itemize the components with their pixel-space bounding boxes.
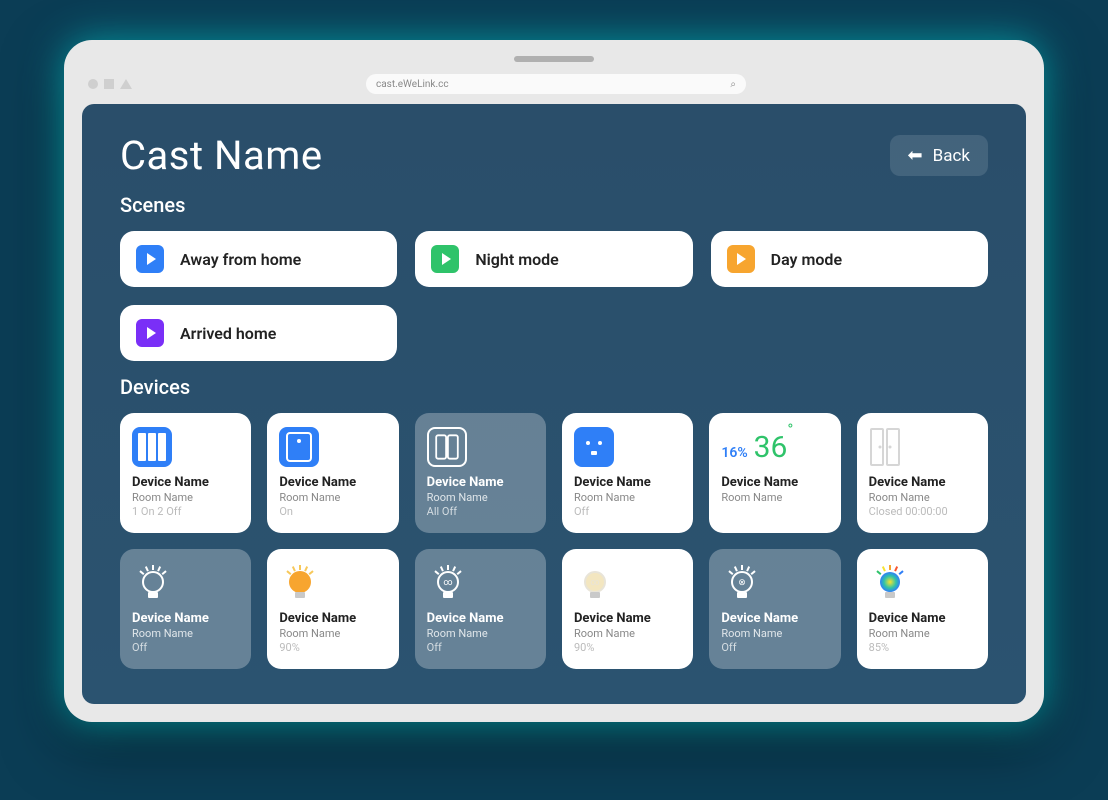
scene-label: Night mode bbox=[475, 250, 558, 269]
bulb-ring-icon: ∞ bbox=[427, 561, 534, 605]
device-card[interactable]: Device NameRoom NameOff bbox=[120, 549, 251, 669]
play-icon bbox=[136, 319, 164, 347]
device-name: Device Name bbox=[427, 611, 534, 626]
device-card[interactable]: ⊗ Device NameRoom NameOff bbox=[709, 549, 840, 669]
device-room: Room Name bbox=[869, 627, 976, 640]
device-room: Room Name bbox=[132, 627, 239, 640]
door-icon bbox=[869, 425, 976, 469]
device-card[interactable]: Device NameRoom Name90% bbox=[267, 549, 398, 669]
page-title: Cast Name bbox=[120, 132, 323, 179]
svg-text:⊗: ⊗ bbox=[739, 578, 747, 588]
outlet-icon bbox=[574, 425, 681, 469]
device-card[interactable]: Device NameRoom NameOn bbox=[267, 413, 398, 533]
scene-card[interactable]: Night mode bbox=[415, 231, 692, 287]
device-room: Room Name bbox=[279, 491, 386, 504]
device-status: Closed 00:00:00 bbox=[869, 505, 976, 518]
scenes-heading: Scenes bbox=[120, 193, 988, 217]
locker-icon bbox=[132, 425, 239, 469]
scene-card[interactable]: Arrived home bbox=[120, 305, 397, 361]
device-name: Device Name bbox=[721, 475, 828, 490]
play-icon bbox=[431, 245, 459, 273]
window-square-icon bbox=[104, 79, 114, 89]
device-room: Room Name bbox=[721, 627, 828, 640]
device-name: Device Name bbox=[279, 611, 386, 626]
device-name: Device Name bbox=[869, 475, 976, 490]
device-card[interactable]: ∞ Device NameRoom Name90% bbox=[562, 549, 693, 669]
back-arrow-icon: ⬅ bbox=[908, 145, 923, 166]
device-room: Room Name bbox=[427, 627, 534, 640]
svg-text:∞: ∞ bbox=[590, 578, 599, 588]
app-screen: Cast Name ⬅ Back Scenes Away from home N… bbox=[82, 104, 1026, 704]
switch-dual-icon bbox=[427, 425, 534, 469]
device-card[interactable]: ∞ Device NameRoom NameOff bbox=[415, 549, 546, 669]
bulb-rgb-icon bbox=[869, 561, 976, 605]
browser-chrome: cast.eWeLink.cc ⌕ bbox=[82, 70, 1026, 104]
device-status: 90% bbox=[279, 641, 386, 654]
device-status: Off bbox=[721, 641, 828, 654]
bulb-cool-icon: ⊗ bbox=[721, 561, 828, 605]
devices-heading: Devices bbox=[120, 375, 988, 399]
humidity-value: 16% bbox=[721, 445, 747, 461]
device-room: Room Name bbox=[574, 491, 681, 504]
play-icon bbox=[727, 245, 755, 273]
device-status: 85% bbox=[869, 641, 976, 654]
device-card[interactable]: Device NameRoom NameOff bbox=[562, 413, 693, 533]
play-icon bbox=[136, 245, 164, 273]
thermo-reading: 16% 36° bbox=[721, 425, 828, 469]
bulb-off-icon bbox=[132, 561, 239, 605]
device-card[interactable]: Device NameRoom NameAll Off bbox=[415, 413, 546, 533]
device-room: Room Name bbox=[427, 491, 534, 504]
scene-card[interactable]: Away from home bbox=[120, 231, 397, 287]
switch-icon bbox=[279, 425, 386, 469]
device-status: On bbox=[279, 505, 386, 518]
tablet-frame: cast.eWeLink.cc ⌕ Cast Name ⬅ Back Scene… bbox=[64, 40, 1044, 722]
device-status: Off bbox=[427, 641, 534, 654]
device-status: 1 On 2 Off bbox=[132, 505, 239, 518]
scene-grid: Away from home Night mode Day mode Arriv… bbox=[120, 231, 988, 361]
device-room: Room Name bbox=[132, 491, 239, 504]
device-name: Device Name bbox=[427, 475, 534, 490]
device-room: Room Name bbox=[279, 627, 386, 640]
svg-text:∞: ∞ bbox=[443, 578, 452, 588]
back-label: Back bbox=[933, 146, 970, 166]
device-status: Off bbox=[132, 641, 239, 654]
device-name: Device Name bbox=[721, 611, 828, 626]
device-card[interactable]: Device NameRoom Name85% bbox=[857, 549, 988, 669]
search-icon: ⌕ bbox=[730, 79, 736, 90]
url-text: cast.eWeLink.cc bbox=[376, 79, 449, 90]
scene-label: Arrived home bbox=[180, 324, 276, 343]
bulb-warm-icon: ∞ bbox=[574, 561, 681, 605]
device-name: Device Name bbox=[574, 611, 681, 626]
scene-label: Away from home bbox=[180, 250, 301, 269]
device-room: Room Name bbox=[574, 627, 681, 640]
device-name: Device Name bbox=[132, 475, 239, 490]
device-status: 90% bbox=[574, 641, 681, 654]
url-bar[interactable]: cast.eWeLink.cc ⌕ bbox=[366, 74, 746, 94]
scene-card[interactable]: Day mode bbox=[711, 231, 988, 287]
bulb-orange-icon bbox=[279, 561, 386, 605]
window-controls bbox=[88, 79, 132, 89]
device-name: Device Name bbox=[132, 611, 239, 626]
device-card[interactable]: Device NameRoom NameClosed 00:00:00 bbox=[857, 413, 988, 533]
device-name: Device Name bbox=[869, 611, 976, 626]
temperature-value: 36° bbox=[754, 430, 794, 465]
device-card[interactable]: 16% 36° Device NameRoom Name bbox=[709, 413, 840, 533]
window-dot-icon bbox=[88, 79, 98, 89]
device-room: Room Name bbox=[869, 491, 976, 504]
back-button[interactable]: ⬅ Back bbox=[890, 135, 988, 176]
device-name: Device Name bbox=[574, 475, 681, 490]
device-grid: Device NameRoom Name1 On 2 OffDevice Nam… bbox=[120, 413, 988, 669]
device-card[interactable]: Device NameRoom Name1 On 2 Off bbox=[120, 413, 251, 533]
window-triangle-icon bbox=[120, 79, 132, 89]
device-status: Off bbox=[574, 505, 681, 518]
device-status: All Off bbox=[427, 505, 534, 518]
device-name: Device Name bbox=[279, 475, 386, 490]
frame-notch bbox=[514, 56, 594, 62]
device-room: Room Name bbox=[721, 491, 828, 504]
scene-label: Day mode bbox=[771, 250, 842, 269]
